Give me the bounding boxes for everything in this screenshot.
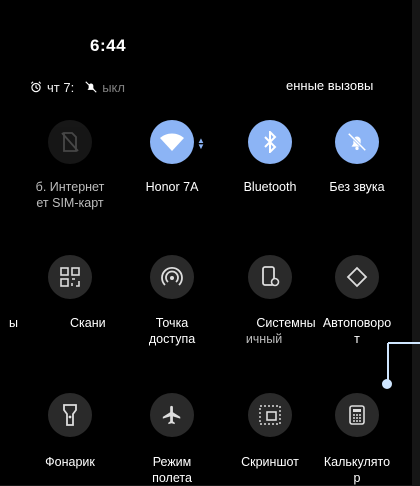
tile-label: ет SIM-карт xyxy=(36,196,104,210)
quick-settings-panel: 6:44 чт 7: ыкл енные вызовы б. Интернет … xyxy=(0,0,412,485)
clock: 6:44 xyxy=(90,36,127,55)
airplane-icon xyxy=(162,405,181,425)
tile-label: Скриншот xyxy=(241,455,299,469)
wifi-icon xyxy=(160,133,184,151)
bluetooth-icon xyxy=(264,131,277,153)
alarm-icon xyxy=(30,81,42,93)
tile-label: Скани xyxy=(70,316,106,330)
calculator-icon xyxy=(349,405,365,425)
notification-off-icon xyxy=(85,81,97,93)
tile-label: б. Интернет xyxy=(35,180,105,194)
auto-rotate-icon xyxy=(346,266,368,288)
alarm-text: чт 7: xyxy=(47,79,75,95)
tile-label: ичный xyxy=(245,332,283,346)
annotation-line xyxy=(388,342,420,344)
tile-label: т xyxy=(354,332,360,346)
hotspot-icon xyxy=(161,266,183,286)
mute-text: ыкл xyxy=(102,79,125,95)
tile-label: полета xyxy=(152,471,192,485)
tile-label: Без звука xyxy=(329,180,385,194)
flashlight-icon xyxy=(63,404,77,426)
missed-calls-text: енные вызовы xyxy=(286,78,374,93)
tile-label: ы xyxy=(9,316,18,330)
wifi-expand-indicator[interactable]: ▲ ▼ xyxy=(197,137,205,151)
tile-label: Bluetooth xyxy=(243,180,297,194)
qr-scan-icon xyxy=(60,267,80,287)
tile-label: Honor 7A xyxy=(145,180,199,194)
tile-label: Режим xyxy=(152,455,192,469)
screenshot-icon xyxy=(259,405,281,425)
tile-label: доступа xyxy=(148,332,196,346)
bell-off-icon xyxy=(347,132,367,152)
tile-label: Точка xyxy=(155,316,189,330)
status-row: чт 7: ыкл xyxy=(29,78,125,96)
tile-label: р xyxy=(353,471,361,485)
tile-label: Автоповоро xyxy=(322,316,392,330)
system-settings-icon xyxy=(262,266,280,287)
annotation-dot xyxy=(382,379,392,389)
tile-label: Калькулято xyxy=(323,455,391,469)
tile-label: Фонарик xyxy=(45,455,95,469)
no-sim-icon xyxy=(61,132,79,152)
